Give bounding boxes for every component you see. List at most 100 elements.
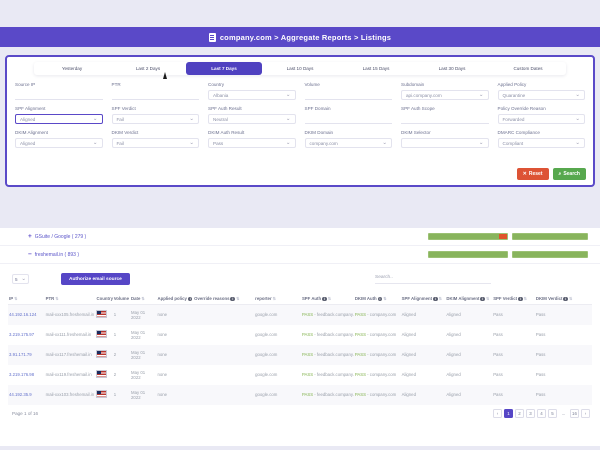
spf-verdict-cell: Pass [492,345,535,365]
filter-input-volume[interactable] [305,90,393,100]
info-icon[interactable]: i [188,297,193,302]
filter-select-dmarc-compliance[interactable]: Compliant⌄ [498,138,586,148]
filter-field-policy-override-reason: Policy Override ReasonForwarded⌄ [498,106,586,124]
sort-icon[interactable]: ⇅ [273,297,276,301]
expand-icon[interactable]: + [28,234,32,239]
column-header-spf-auth[interactable]: SPF Authi⇅ [301,293,354,305]
table-search-input[interactable]: Search.. [375,275,491,284]
filter-select-spf-auth-result[interactable]: Neutral⌄ [208,114,296,124]
filter-field-dkim-selector: DKIM Selector⌄ [401,130,489,148]
filter-select-dkim-domain[interactable]: company.com⌄ [305,138,393,148]
dkim-alignment-cell: Aligned [445,325,492,345]
sort-icon[interactable]: ⇅ [328,297,331,301]
tab-custom-dates[interactable]: Custom Dates [490,62,566,75]
filter-input-spf-auth-scope[interactable] [401,114,489,124]
reset-button[interactable]: ✕ Reset [517,168,549,180]
chevron-down-icon: ⌄ [479,141,484,145]
sort-icon[interactable]: ⇅ [486,297,489,301]
column-header-ip[interactable]: IP⇅ [8,293,45,305]
filter-input-source-ip[interactable] [15,90,103,100]
filter-select-applied-policy[interactable]: Quarantine⌄ [498,90,586,100]
page-size-select[interactable]: 5 ⌄ [12,274,29,284]
dkim-auth-result: PASS [355,372,366,377]
filter-select-dkim-selector[interactable]: ⌄ [401,138,489,148]
page-button-2[interactable]: 2 [515,409,524,418]
info-icon[interactable]: i [518,297,523,302]
column-header-ptr[interactable]: PTR⇅ [45,293,96,305]
column-header-dkim-alignment[interactable]: DKIM Alignmenti⇅ [445,293,492,305]
column-header-override-reasons[interactable]: Override reasonsi⇅ [193,293,254,305]
tab-last-2-days[interactable]: Last 2 Days [110,62,186,75]
mouse-cursor [163,72,167,79]
dkim-auth-domain: - company.com [366,332,396,337]
filter-field-dkim-domain: DKIM Domaincompany.com⌄ [305,130,393,148]
column-header-reporter[interactable]: reporter⇅ [254,293,301,305]
column-label: SPF Verdict [493,296,517,301]
column-header-dkim-verdict[interactable]: DKIM Verdicti⇅ [535,293,592,305]
ip-link[interactable]: 44.192.16.124 [9,312,36,317]
page-button-5[interactable]: 5 [548,409,557,418]
page-button-16[interactable]: 16 [570,409,579,418]
sort-icon[interactable]: ⇅ [383,297,386,301]
page-button-3[interactable]: 3 [526,409,535,418]
column-header-country[interactable]: Country⇅ [95,293,112,305]
sort-icon[interactable]: ⇅ [14,297,17,301]
column-label: SPF Auth [302,296,321,301]
source-name[interactable]: +GSuite / Google ( 279 ) [28,234,86,240]
sort-icon[interactable]: ⇅ [524,297,527,301]
column-header-volume[interactable]: Volume⇅ [113,293,130,305]
sort-icon[interactable]: ⇅ [141,297,144,301]
column-label: reporter [255,296,271,301]
sort-icon[interactable]: ⇅ [236,297,239,301]
authorize-email-source-button[interactable]: Authorize email source [61,273,130,285]
filter-select-dkim-auth-result[interactable]: Pass⌄ [208,138,296,148]
page-button-1[interactable]: 1 [504,409,513,418]
info-icon[interactable]: i [230,297,235,302]
ip-link[interactable]: 3.91.171.79 [9,352,32,357]
filter-label: Subdomain [401,82,489,87]
country-cell [95,385,112,405]
column-header-spf-verdict[interactable]: SPF Verdicti⇅ [492,293,535,305]
column-header-applied-policy[interactable]: Applied policyi⇅ [156,293,193,305]
tab-last-15-days[interactable]: Last 15 Days [338,62,414,75]
column-header-spf-alignment[interactable]: SPF Alignmenti⇅ [401,293,446,305]
filter-select-subdomain[interactable]: api.company.com⌄ [401,90,489,100]
filter-select-dkim-alignment[interactable]: Aligned⌄ [15,138,103,148]
info-icon[interactable]: i [480,297,485,302]
ip-link[interactable]: 3.219.176.98 [9,372,34,377]
search-button[interactable]: ⌕ Search [553,168,587,180]
prev-page-button[interactable]: ‹ [493,409,502,418]
filter-field-spf-auth-scope: SPF Auth Scope [401,106,489,124]
source-name[interactable]: −freshemail.in ( 893 ) [28,252,79,258]
sort-icon[interactable]: ⇅ [439,297,442,301]
filter-input-spf-domain[interactable] [305,114,393,124]
info-icon[interactable]: i [378,297,383,302]
filter-select-country[interactable]: Albania⌄ [208,90,296,100]
sort-icon[interactable]: ⇅ [55,297,58,301]
info-icon[interactable]: i [433,297,438,302]
filter-value: company.com [310,141,338,146]
compliance-bar [428,251,508,258]
ip-link[interactable]: 3.219.175.97 [9,332,34,337]
sort-icon[interactable]: ⇅ [569,297,572,301]
info-icon[interactable]: i [563,297,568,302]
column-header-date[interactable]: Date⇅ [130,293,156,305]
column-header-dkim-auth[interactable]: DKIM Authi⇅ [354,293,401,305]
filter-select-dkim-verdict[interactable]: Fail⌄ [112,138,200,148]
filter-input-ptr[interactable] [112,90,200,100]
tab-last-7-days[interactable]: Last 7 Days [186,62,262,75]
next-page-button[interactable]: › [581,409,590,418]
filter-label: Country [208,82,296,87]
tab-last-10-days[interactable]: Last 10 Days [262,62,338,75]
tab-yesterday[interactable]: Yesterday [34,62,110,75]
pass-segment [429,234,499,239]
collapse-icon[interactable]: − [28,252,32,257]
dkim-verdict-cell: Pass [535,365,592,385]
page-button-4[interactable]: 4 [537,409,546,418]
filter-select-spf-verdict[interactable]: Fail⌄ [112,114,200,124]
ip-link[interactable]: 44.192.35.9 [9,392,32,397]
filter-select-spf-alignment[interactable]: Aligned⌄ [15,114,103,124]
tab-last-30-days[interactable]: Last 30 Days [414,62,490,75]
filter-select-policy-override-reason[interactable]: Forwarded⌄ [498,114,586,124]
info-icon[interactable]: i [322,297,327,302]
